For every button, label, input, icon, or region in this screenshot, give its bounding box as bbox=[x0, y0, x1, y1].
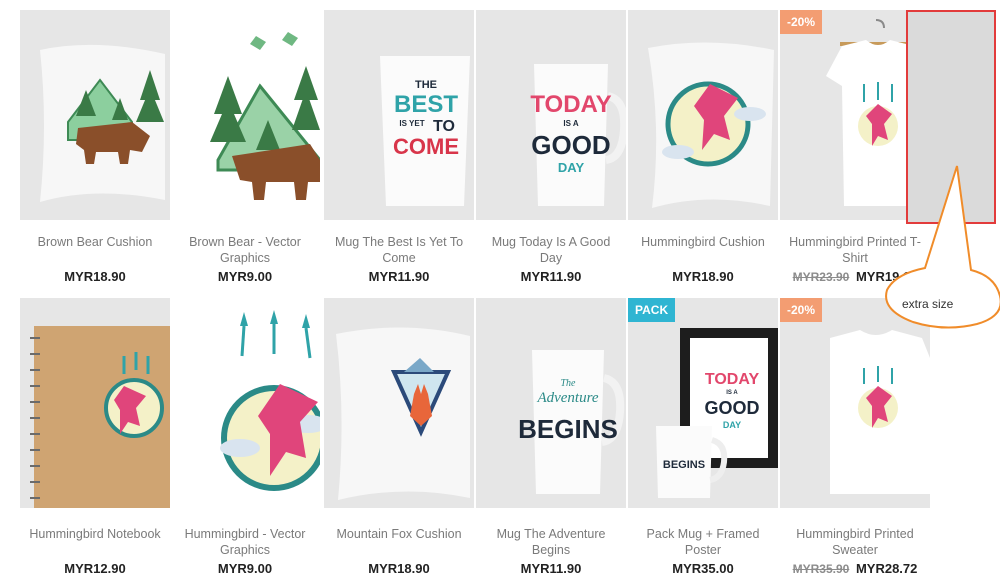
product-price: MYR18.90 bbox=[368, 561, 430, 576]
product-image[interactable]: The Adventure BEGINS bbox=[476, 298, 626, 508]
fox-cushion-artwork bbox=[336, 327, 470, 500]
mug-text-line: Adventure bbox=[536, 390, 598, 406]
product-name[interactable]: Hummingbird Notebook bbox=[20, 526, 170, 558]
product-price: MYR11.90 bbox=[520, 269, 582, 284]
poster-text-line: GOOD bbox=[704, 398, 759, 418]
mug-text-line: IS A bbox=[563, 119, 578, 128]
product-name[interactable]: Hummingbird Cushion bbox=[628, 234, 778, 266]
product-image[interactable] bbox=[170, 10, 320, 220]
mug-text-line: TODAY bbox=[530, 91, 611, 118]
mug-text-line: COME bbox=[393, 134, 459, 159]
product-name[interactable]: Mug The Best Is Yet To Come bbox=[324, 234, 474, 266]
mug-text-line: IS YET bbox=[399, 119, 424, 128]
mug-text-line: THE bbox=[415, 79, 437, 91]
product-card[interactable]: Mountain Fox Cushion MYR18.90 bbox=[324, 298, 474, 580]
original-price: MYR35.90 bbox=[792, 562, 850, 576]
product-name[interactable]: Brown Bear Cushion bbox=[20, 234, 170, 266]
hummingbird-vector-artwork bbox=[220, 310, 320, 491]
product-price: MYR11.90 bbox=[520, 561, 582, 576]
mug-text-line: GOOD bbox=[531, 130, 610, 160]
callout-label: extra size bbox=[902, 297, 954, 311]
original-price: MYR23.90 bbox=[792, 270, 850, 284]
product-card[interactable]: Hummingbird - Vector Graphics MYR9.00 bbox=[170, 298, 320, 580]
product-name[interactable]: Hummingbird Printed Sweater bbox=[780, 526, 930, 558]
bear-cushion-artwork bbox=[40, 44, 165, 202]
product-card[interactable]: Hummingbird Cushion MYR18.90 bbox=[628, 10, 778, 288]
product-card[interactable]: THE BEST IS YET TO COME Mug The Best Is … bbox=[324, 10, 474, 288]
product-image[interactable]: TODAY IS A GOOD DAY BEGINS PACK bbox=[628, 298, 778, 508]
product-name[interactable]: Mug Today Is A Good Day bbox=[476, 234, 626, 266]
discount-badge: -20% bbox=[780, 10, 823, 34]
product-price: MYR9.00 bbox=[217, 269, 273, 284]
pack-artwork: TODAY IS A GOOD DAY BEGINS bbox=[656, 328, 778, 498]
product-card[interactable]: Brown Bear Cushion MYR18.90 bbox=[20, 10, 170, 288]
mug-text-line: The bbox=[561, 378, 577, 389]
product-price: MYR35.00 bbox=[672, 561, 734, 576]
product-price: MYR12.90 bbox=[64, 561, 126, 576]
product-card[interactable]: Brown Bear - Vector Graphics MYR9.00 bbox=[170, 10, 320, 288]
product-image[interactable] bbox=[628, 10, 778, 220]
product-price: MYR28.72 bbox=[855, 561, 918, 576]
poster-text-line: DAY bbox=[723, 420, 741, 430]
hummingbird-cushion-artwork bbox=[648, 42, 774, 208]
mug-text-line: BEST bbox=[394, 91, 458, 118]
product-card[interactable]: Hummingbird Notebook MYR12.90 bbox=[20, 298, 170, 580]
mug-text-line: BEGINS bbox=[518, 414, 618, 444]
product-price: MYR11.90 bbox=[368, 269, 430, 284]
product-card[interactable]: TODAY IS A GOOD DAY BEGINS PACK Pack Mug… bbox=[628, 298, 778, 580]
product-name[interactable]: Hummingbird - Vector Graphics bbox=[170, 526, 320, 558]
product-name[interactable]: Pack Mug + Framed Poster bbox=[628, 526, 778, 558]
mug-today-artwork: TODAY IS A GOOD DAY bbox=[530, 64, 626, 206]
product-card[interactable]: TODAY IS A GOOD DAY Mug Today Is A Good … bbox=[476, 10, 626, 288]
product-name[interactable]: Brown Bear - Vector Graphics bbox=[170, 234, 320, 266]
product-name[interactable]: Mountain Fox Cushion bbox=[324, 526, 474, 558]
mug-text-line: TO bbox=[433, 118, 455, 135]
bear-vector-artwork bbox=[210, 32, 320, 200]
mug-text-line: BEGINS bbox=[663, 459, 705, 471]
discount-badge: -20% bbox=[780, 298, 823, 322]
mug-text-line: DAY bbox=[558, 160, 585, 175]
poster-text-line: TODAY bbox=[705, 371, 760, 388]
mug-adventure-artwork: The Adventure BEGINS bbox=[518, 350, 625, 494]
product-price-group: MYR35.90 MYR28.72 bbox=[780, 561, 930, 576]
product-price: MYR18.90 bbox=[672, 269, 734, 284]
product-name[interactable]: Mug The Adventure Begins bbox=[476, 526, 626, 558]
product-price: MYR18.90 bbox=[64, 269, 126, 284]
product-image[interactable]: THE BEST IS YET TO COME bbox=[324, 10, 474, 220]
mug-best-artwork: THE BEST IS YET TO COME bbox=[380, 56, 470, 206]
pack-badge: PACK bbox=[628, 298, 676, 322]
notebook-artwork bbox=[30, 326, 170, 508]
callout-bubble bbox=[885, 165, 1000, 329]
product-image[interactable] bbox=[20, 10, 170, 220]
product-price: MYR9.00 bbox=[217, 561, 273, 576]
product-image[interactable] bbox=[324, 298, 474, 508]
product-card[interactable]: The Adventure BEGINS Mug The Adventure B… bbox=[476, 298, 626, 580]
product-image[interactable]: TODAY IS A GOOD DAY bbox=[476, 10, 626, 220]
poster-text-line: IS A bbox=[726, 390, 738, 396]
product-image[interactable] bbox=[170, 298, 320, 508]
product-image[interactable] bbox=[20, 298, 170, 508]
